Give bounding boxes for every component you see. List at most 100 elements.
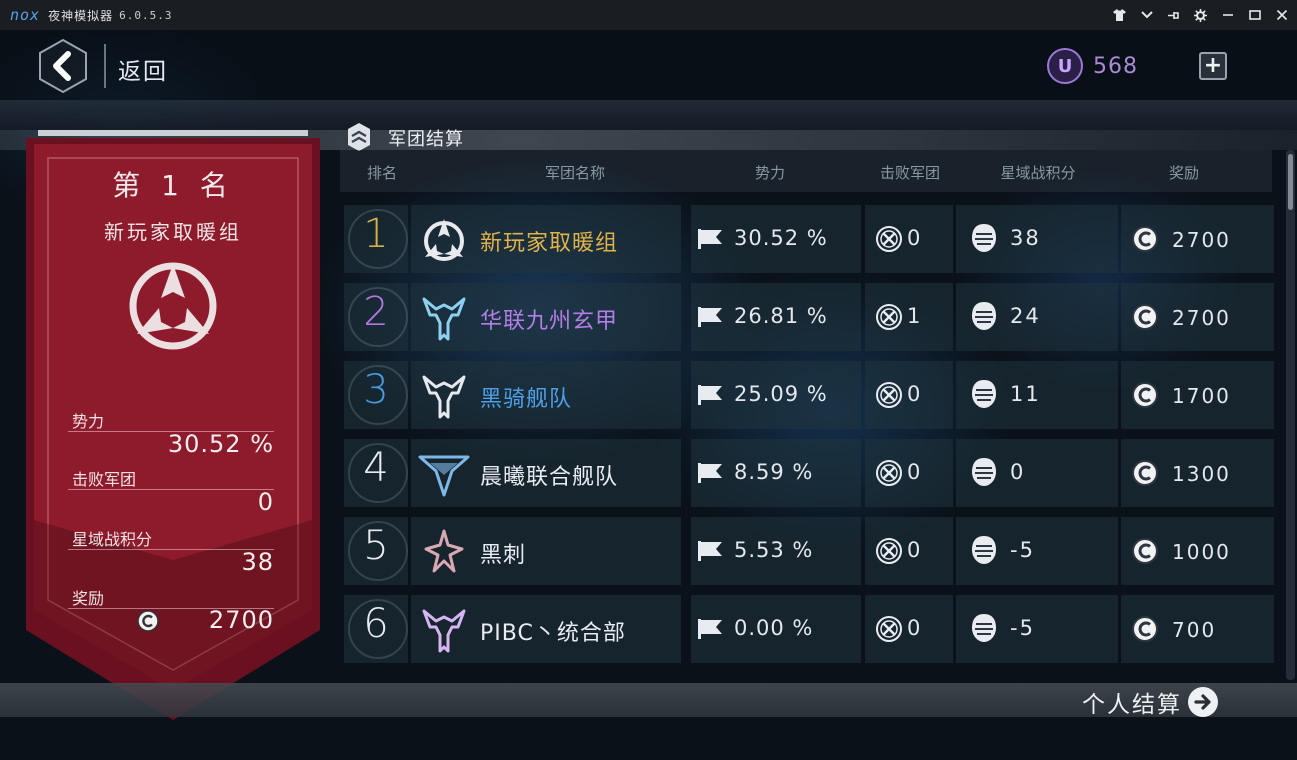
score-value: -5: [1010, 538, 1035, 562]
stat-value-reward: 2700: [208, 606, 274, 634]
thorn-emblem-icon: [418, 527, 470, 577]
stat-label-defeated: 击败军团: [72, 470, 137, 489]
stat-label-score: 星域战积分: [72, 530, 153, 549]
tri-blade-emblem-icon: [418, 215, 470, 265]
stat-label-reward: 奖励: [72, 589, 105, 608]
currency-value: 568: [1093, 53, 1138, 79]
score-value: 24: [1010, 304, 1041, 328]
minimize-icon[interactable]: [1220, 8, 1235, 23]
wing-emblem-icon: [418, 449, 470, 499]
helmet-badge-icon: [972, 380, 996, 408]
chevron-down-icon[interactable]: [1139, 8, 1154, 23]
reward-value: 1700: [1172, 384, 1231, 408]
score-value: 38: [1010, 226, 1041, 250]
col-header-name: 军团名称: [544, 164, 605, 182]
helmet-badge-icon: [972, 458, 996, 486]
team-name[interactable]: 晨曦联合舰队: [480, 459, 618, 491]
stat-value-defeated: 0: [257, 488, 274, 516]
stat-value-score: 38: [241, 548, 274, 576]
team-name[interactable]: 黑骑舰队: [480, 381, 572, 413]
credit-coin-icon: [1132, 382, 1158, 408]
tshirt-icon[interactable]: [1112, 8, 1127, 23]
defeated-value: 0: [907, 226, 921, 250]
power-value: 0.00 %: [734, 616, 814, 640]
table-row[interactable]: 1 新玩家取暖组 30.52 % 0 38 2700: [344, 205, 1274, 273]
crossed-swords-icon: [876, 382, 902, 408]
crossed-swords-icon: [876, 304, 902, 330]
table-header: 排名 军团名称 势力 击败军团 星域战积分 奖励: [340, 150, 1272, 192]
flag-icon: [698, 541, 722, 561]
back-label[interactable]: 返回: [118, 52, 168, 86]
score-value: -5: [1010, 616, 1035, 640]
rank-number: 4: [363, 445, 389, 491]
defeated-value: 0: [907, 616, 921, 640]
flag-icon: [698, 619, 722, 639]
reward-value: 2700: [1172, 228, 1231, 252]
window-controls: [1112, 0, 1289, 30]
flag-icon: [698, 307, 722, 327]
flag-icon: [698, 229, 722, 249]
arrow-right-icon[interactable]: [1188, 687, 1218, 717]
team-name[interactable]: 黑刺: [480, 537, 526, 569]
credit-coin-icon: [1132, 304, 1158, 330]
col-header-score: 星域战积分: [1000, 164, 1076, 182]
helmet-badge-icon: [972, 536, 996, 564]
rank-number: 5: [363, 523, 389, 569]
power-value: 26.81 %: [734, 304, 828, 328]
col-header-power: 势力: [754, 164, 785, 182]
credit-coin-icon: [1132, 460, 1158, 486]
stat-value-power: 30.52 %: [167, 430, 274, 458]
power-value: 5.53 %: [734, 538, 814, 562]
col-header-rank: 排名: [366, 164, 397, 182]
helmet-badge-icon: [972, 224, 996, 252]
crossed-swords-icon: [876, 538, 902, 564]
table-row[interactable]: 6 PIBC丶统合部 0.00 % 0 -5 700: [344, 595, 1274, 663]
add-currency-button[interactable]: +: [1199, 52, 1227, 80]
team-name[interactable]: PIBC丶统合部: [480, 615, 626, 647]
team-name[interactable]: 华联九州玄甲: [480, 303, 618, 335]
emulator-version: 6.0.5.3: [119, 8, 173, 22]
stat-label-power: 势力: [72, 412, 105, 431]
close-icon[interactable]: [1274, 8, 1289, 23]
rank-number: 1: [363, 211, 389, 257]
u-currency-icon: U: [1047, 48, 1083, 84]
helmet-badge-icon: [972, 614, 996, 642]
pin-icon[interactable]: [1166, 8, 1181, 23]
defeated-value: 1: [907, 304, 921, 328]
credit-coin-icon: [1132, 616, 1158, 642]
table-row[interactable]: 5 黑刺 5.53 % 0 -5 1000: [344, 517, 1274, 585]
table-scrollbar[interactable]: [1286, 150, 1295, 680]
emulator-app-name: 夜神模拟器: [48, 8, 114, 23]
winner-team-name: 新玩家取暖组: [104, 220, 242, 244]
crossed-swords-icon: [876, 226, 902, 252]
personal-settlement-button[interactable]: 个人结算: [1082, 685, 1182, 719]
col-header-reward: 奖励: [1168, 164, 1199, 182]
table-row[interactable]: 3 黑骑舰队 25.09 % 0 11 1700: [344, 361, 1274, 429]
credit-coin-icon: [1132, 226, 1158, 252]
reward-value: 700: [1172, 618, 1217, 642]
emulator-titlebar: nox 夜神模拟器 6.0.5.3: [0, 0, 1297, 30]
gear-icon[interactable]: [1193, 8, 1208, 23]
defeated-value: 0: [907, 538, 921, 562]
rank-number: 2: [363, 289, 389, 335]
flag-icon: [698, 463, 722, 483]
rank-number: 6: [363, 601, 389, 647]
nox-logo: nox: [10, 6, 41, 24]
winner-rank-title: 第 1 名: [112, 169, 234, 202]
team-name[interactable]: 新玩家取暖组: [480, 225, 618, 257]
table-row[interactable]: 4 晨曦联合舰队 8.59 % 0 0 1300: [344, 439, 1274, 507]
table-row[interactable]: 2 华联九州玄甲 26.81 % 1 24 2700: [344, 283, 1274, 351]
table-scroll-thumb[interactable]: [1288, 154, 1293, 210]
score-value: 11: [1010, 382, 1041, 406]
credit-coin-icon: [137, 610, 159, 632]
maximize-icon[interactable]: [1247, 8, 1262, 23]
credit-coin-icon: [1132, 538, 1158, 564]
col-header-defeated: 击败军团: [879, 164, 940, 182]
reward-value: 1300: [1172, 462, 1231, 486]
horned-emblem-icon: [418, 293, 470, 343]
horned-emblem-icon: [418, 605, 470, 655]
back-button[interactable]: [38, 38, 88, 94]
power-value: 30.52 %: [734, 226, 828, 250]
flag-icon: [698, 385, 722, 405]
score-value: 0: [1010, 460, 1026, 484]
